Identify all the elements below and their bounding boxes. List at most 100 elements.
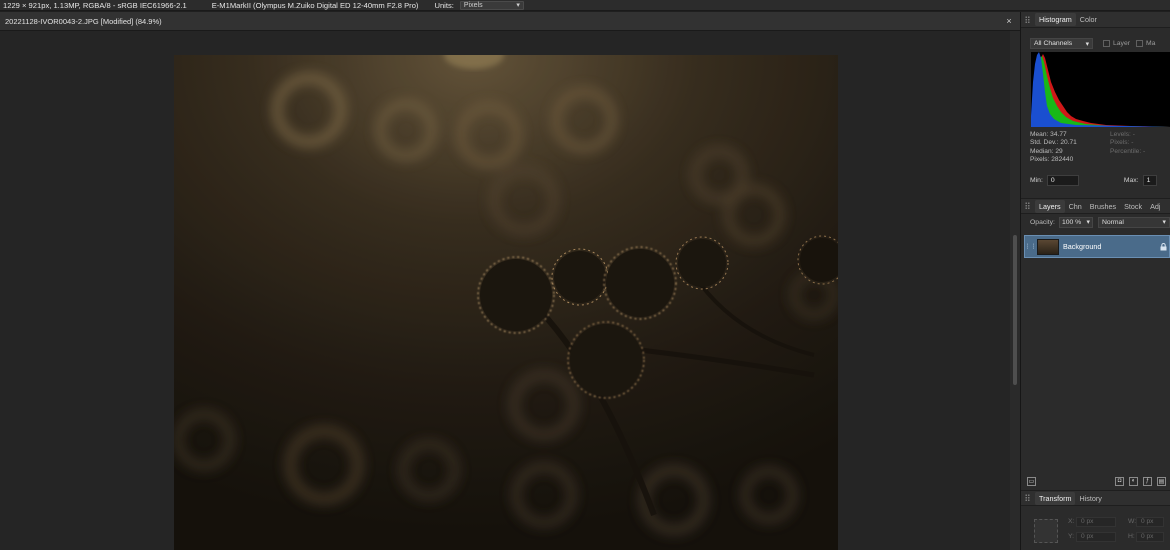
histogram-panel-tabs: Histogram Color (1021, 12, 1170, 28)
drag-handle-icon[interactable]: ⋮⋮ (1025, 236, 1037, 257)
transform-panel-tabs: Transform History (1021, 490, 1170, 506)
scrollbar-thumb[interactable] (1013, 235, 1017, 385)
stat-pixels-label: Pixels: (1030, 156, 1050, 164)
transform-panel: Transform History X: 0 px W: 0 px Y: 0 p… (1021, 490, 1170, 550)
group-icon[interactable]: ▤ (1157, 476, 1166, 486)
tab-layers[interactable]: Layers (1035, 199, 1065, 213)
histogram-options: All Channels ▾ Layer Ma (1030, 38, 1170, 49)
opacity-field[interactable]: 100 % ▾ (1058, 216, 1093, 228)
panel-grip-icon[interactable] (1025, 15, 1030, 24)
stat-pixels-sel-value: - (1131, 139, 1134, 147)
h-value: 0 px (1141, 533, 1154, 540)
layer-thumbnail (1037, 238, 1059, 255)
layer-row[interactable]: ⋮⋮ Background (1024, 235, 1170, 258)
tab-history[interactable]: History (1075, 492, 1105, 505)
image-info: 1229 × 921px, 1.13MP, RGBA/8 - sRGB IEC6… (3, 0, 187, 10)
layer-checkbox[interactable] (1103, 40, 1110, 47)
layers-panel-tabs: Layers Chn Brushes Stock Adj (1021, 198, 1170, 214)
document-image[interactable] (174, 55, 838, 550)
stat-stddev-value: 20.71 (1060, 139, 1077, 147)
w-field[interactable]: 0 px (1136, 516, 1164, 527)
transform-row-yh: Y: 0 px H: 0 px (1068, 531, 1164, 542)
histogram-min-max: Min: 0 Max: 1 (1030, 174, 1170, 186)
stat-median-value: 29 (1055, 147, 1063, 155)
units-label: Units: (434, 0, 454, 10)
stat-percentile-value: - (1143, 147, 1146, 155)
opacity-value: 100 % (1061, 218, 1082, 226)
stat-percentile-label: Percentile: (1110, 147, 1142, 155)
opacity-label: Opacity: (1030, 218, 1055, 226)
layer-options-icon[interactable]: ▭ (1027, 476, 1036, 486)
marquee-checkbox-label: Ma (1146, 40, 1156, 47)
units-value: Pixels (463, 1, 483, 9)
tab-stock[interactable]: Stock (1120, 200, 1146, 213)
anchor-point-selector[interactable] (1034, 519, 1058, 543)
document-title: 20221128-IVOR0043-2.JPG [Modified] (84.9… (5, 17, 162, 26)
min-field[interactable]: 0 (1046, 174, 1079, 186)
document-tab-bar: 20221128-IVOR0043-2.JPG [Modified] (84.9… (0, 12, 1020, 31)
tab-color[interactable]: Color (1076, 13, 1101, 26)
tab-transform[interactable]: Transform (1035, 491, 1076, 505)
min-value: 0 (1050, 176, 1055, 184)
camera-info: E-M1MarkII (Olympus M.Zuiko Digital ED 1… (211, 0, 419, 10)
canvas-area[interactable] (0, 31, 1010, 550)
layer-name[interactable]: Background (1063, 242, 1157, 251)
context-toolbar: 1229 × 921px, 1.13MP, RGBA/8 - sRGB IEC6… (0, 0, 1170, 11)
w-value: 0 px (1141, 518, 1154, 525)
channel-value: All Channels (1034, 40, 1073, 47)
stat-mean-label: Mean: (1030, 130, 1049, 138)
h-field[interactable]: 0 px (1136, 531, 1164, 542)
chevron-down-icon: ▾ (1086, 219, 1090, 226)
stat-pixels-sel-label: Pixels: (1110, 139, 1130, 147)
studio-panels: Histogram Color All Channels ▾ Layer Ma … (1020, 12, 1170, 550)
y-label: Y: (1068, 533, 1075, 540)
tab-channels[interactable]: Chn (1065, 200, 1086, 213)
transform-row-xw: X: 0 px W: 0 px (1068, 516, 1164, 527)
tab-adjustments[interactable]: Adj (1146, 200, 1164, 213)
blend-mode-value: Normal (1101, 218, 1124, 226)
panel-grip-icon[interactable] (1025, 202, 1030, 210)
fx-icon[interactable]: ƒ (1143, 476, 1152, 486)
units-select[interactable]: Pixels ▾ (459, 0, 524, 10)
y-value: 0 px (1081, 533, 1094, 540)
layers-footer-toolbar: ▭ ◘ ◐ ƒ ▤ (1021, 474, 1170, 488)
histogram-graph (1031, 52, 1170, 127)
marquee-checkbox[interactable] (1136, 40, 1144, 47)
max-value: 1 (1146, 176, 1151, 184)
histogram-curves (1031, 52, 1170, 127)
max-field[interactable]: 1 (1142, 174, 1157, 186)
channel-select[interactable]: All Channels ▾ (1030, 38, 1093, 49)
document-tab[interactable]: 20221128-IVOR0043-2.JPG [Modified] (84.9… (0, 12, 167, 31)
w-label: W: (1128, 518, 1137, 525)
histogram-stats: Mean: 34.77 Levels: - Std. Dev.: 20.71 P… (1030, 130, 1170, 164)
layers-panel: Layers Chn Brushes Stock Adj Opacity: 10… (1021, 198, 1170, 488)
adjustment-icon[interactable]: ◐ (1129, 476, 1138, 486)
tab-brushes[interactable]: Brushes (1086, 200, 1120, 213)
stat-median-label: Median: (1030, 147, 1054, 155)
min-label: Min: (1030, 176, 1043, 184)
chevron-down-icon: ▾ (1085, 40, 1089, 48)
x-field[interactable]: 0 px (1076, 516, 1116, 527)
layers-options: Opacity: 100 % ▾ Normal ▾ (1021, 214, 1170, 230)
h-label: H: (1128, 533, 1135, 540)
y-field[interactable]: 0 px (1076, 531, 1116, 542)
stat-levels-label: Levels: (1110, 130, 1131, 138)
mask-icon[interactable]: ◘ (1115, 476, 1124, 486)
chevron-down-icon: ▾ (1162, 219, 1166, 226)
close-icon[interactable]: × (1004, 16, 1014, 26)
stat-pixels-value: 282440 (1051, 156, 1074, 164)
max-label: Max: (1123, 176, 1139, 184)
stat-mean-value: 34.77 (1050, 130, 1067, 138)
panel-grip-icon[interactable] (1025, 494, 1030, 502)
lock-icon[interactable] (1157, 236, 1169, 257)
x-value: 0 px (1081, 518, 1094, 525)
layer-checkbox-label: Layer (1113, 40, 1131, 47)
blend-mode-select[interactable]: Normal ▾ (1097, 216, 1170, 228)
histogram-panel: Histogram Color All Channels ▾ Layer Ma … (1021, 12, 1170, 196)
tab-histogram[interactable]: Histogram (1035, 13, 1076, 26)
x-label: X: (1068, 518, 1075, 525)
photo-burdock-backlit (174, 55, 838, 550)
canvas-vertical-scrollbar[interactable] (1010, 31, 1020, 550)
stat-stddev-label: Std. Dev.: (1030, 139, 1059, 147)
stat-levels-value: - (1132, 130, 1135, 138)
